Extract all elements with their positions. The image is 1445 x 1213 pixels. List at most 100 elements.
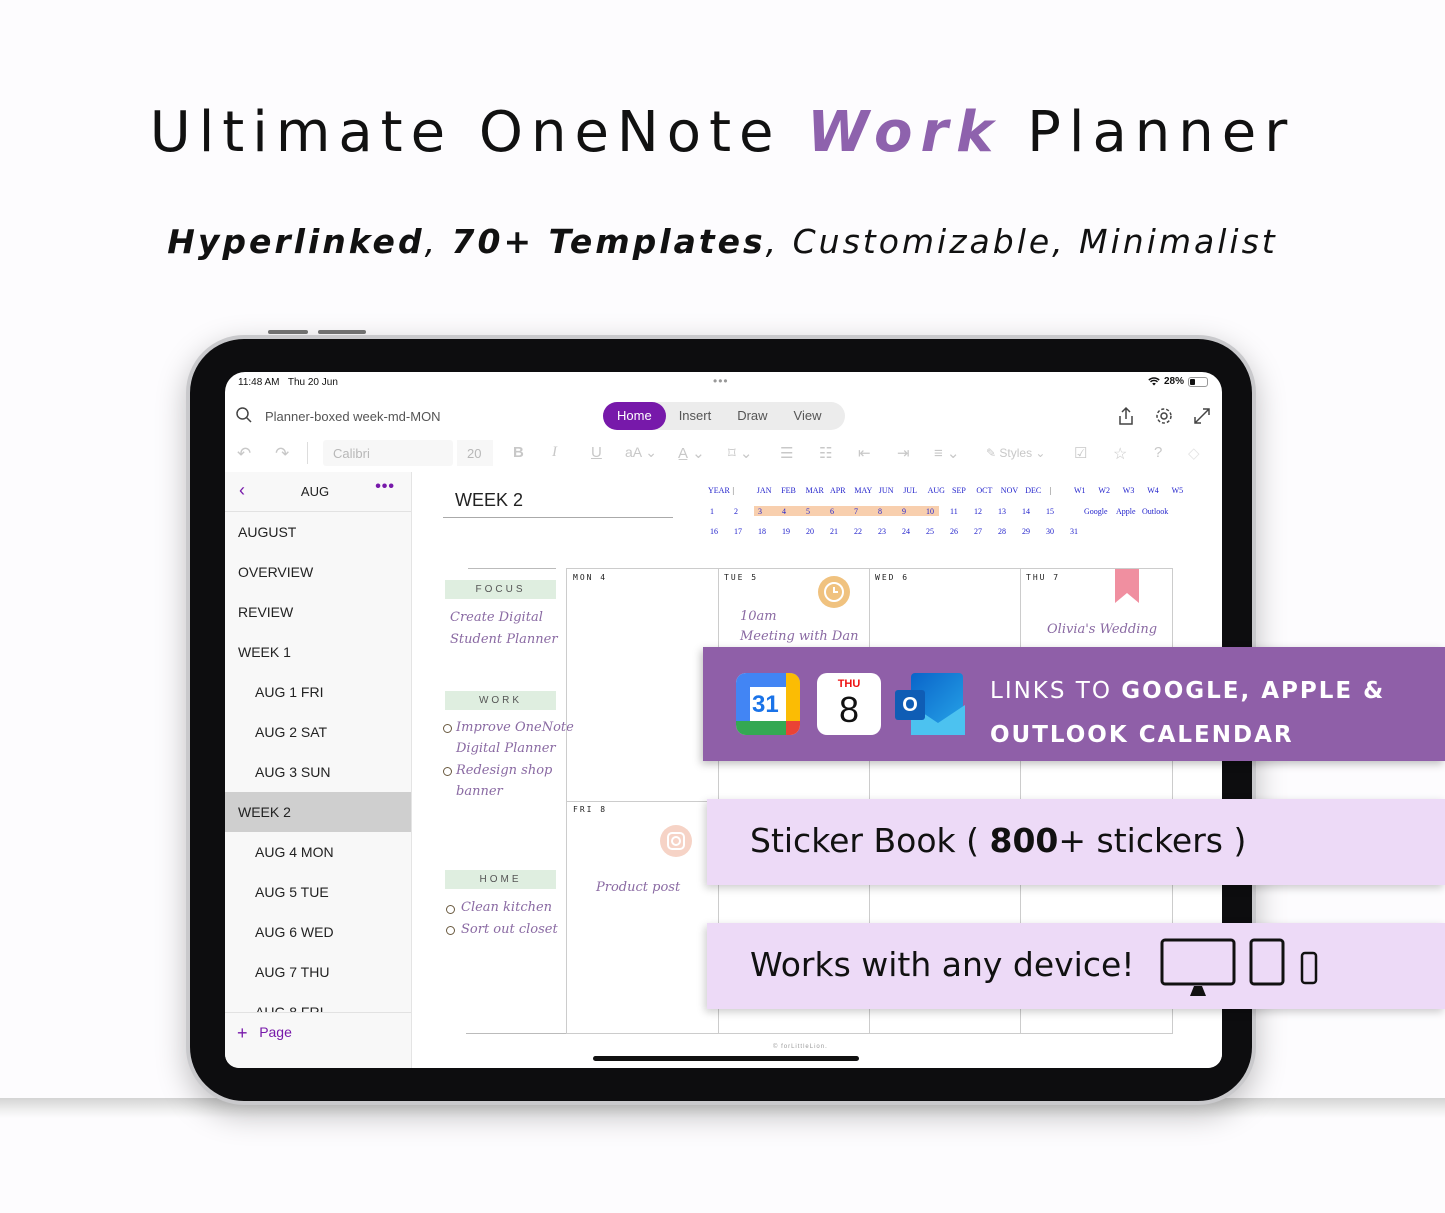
nav-link[interactable]: JUL [903,486,917,495]
day-note[interactable]: Product post [596,880,680,895]
page-name[interactable]: Planner-boxed week-md-MON [265,409,441,424]
todo-circle-icon[interactable] [446,905,455,914]
undo-icon[interactable]: ↶ [237,444,251,464]
text-size-button[interactable]: aA ⌄ [625,444,657,461]
day-note[interactable]: Olivia's Wedding [1047,622,1157,637]
bullet-list-icon[interactable]: ☰ [780,444,793,462]
expand-icon[interactable] [1191,405,1213,427]
nav-link[interactable]: 1 [710,507,714,516]
search-icon[interactable] [235,406,253,424]
numbered-list-icon[interactable]: ☷ [819,444,832,462]
nav-link[interactable]: 12 [974,507,982,516]
checkbox-icon[interactable]: ☑ [1074,444,1087,462]
sidebar-item-august[interactable]: AUGUST [225,512,411,552]
nav-link[interactable]: 29 [1022,527,1030,536]
todo-circle-icon[interactable] [443,767,452,776]
align-icon[interactable]: ≡ ⌄ [934,444,960,462]
nav-link[interactable]: 13 [998,507,1006,516]
sidebar-item-aug-8-fri[interactable]: AUG 8 FRI [225,992,411,1012]
nav-link[interactable]: 30 [1046,527,1054,536]
nav-link[interactable]: 6 [830,507,834,516]
question-icon[interactable]: ? [1154,444,1162,461]
nav-link[interactable]: 25 [926,527,934,536]
day-note[interactable]: Meeting with Dan [740,629,858,644]
todo-circle-icon[interactable] [443,724,452,733]
font-size-field[interactable]: 20 [457,440,493,466]
tag-icon[interactable]: ◇ [1188,444,1200,462]
sidebar-item-aug-3-sun[interactable]: AUG 3 SUN [225,752,411,792]
nav-link[interactable]: 10 [926,507,934,516]
nav-link[interactable]: JAN [757,486,772,495]
nav-link[interactable]: 16 [710,527,718,536]
nav-link[interactable]: 2 [734,507,738,516]
nav-link[interactable]: 18 [758,527,766,536]
nav-link[interactable]: 7 [854,507,858,516]
nav-link[interactable]: MAR [806,486,824,495]
add-page-button[interactable]: + Page [225,1012,411,1052]
nav-link[interactable]: 22 [854,527,862,536]
focus-text[interactable]: Student Planner [450,632,558,647]
tab-home[interactable]: Home [603,402,666,430]
nav-link[interactable]: 5 [806,507,810,516]
font-name-field[interactable]: Calibri [323,440,453,466]
nav-link[interactable]: 4 [782,507,786,516]
nav-link[interactable]: 14 [1022,507,1030,516]
nav-link[interactable]: 20 [806,527,814,536]
redo-icon[interactable]: ↷ [275,444,289,464]
nav-link[interactable]: DEC [1025,486,1041,495]
work-todo[interactable]: Redesign shop [456,763,552,778]
focus-text[interactable]: Create Digital [450,610,543,625]
sidebar-item-review[interactable]: REVIEW [225,592,411,632]
nav-link[interactable]: W3 [1123,486,1135,495]
sidebar-item-aug-5-tue[interactable]: AUG 5 TUE [225,872,411,912]
work-todo[interactable]: Improve OneNote [456,720,574,735]
work-todo[interactable]: banner [456,784,503,799]
home-indicator[interactable] [593,1056,859,1061]
nav-link[interactable]: SEP [952,486,966,495]
indent-icon[interactable]: ⇥ [897,444,910,462]
nav-link[interactable]: 28 [998,527,1006,536]
sidebar-item-aug-2-sat[interactable]: AUG 2 SAT [225,712,411,752]
nav-link[interactable]: JUN [879,486,894,495]
multitask-dots[interactable]: ••• [713,374,729,388]
nav-link[interactable]: OCT [976,486,992,495]
nav-link[interactable]: MAY [854,486,872,495]
nav-link[interactable]: 23 [878,527,886,536]
nav-link[interactable]: 27 [974,527,982,536]
nav-link[interactable]: YEAR [708,486,730,495]
sidebar-item-overview[interactable]: OVERVIEW [225,552,411,592]
nav-link[interactable]: NOV [1001,486,1018,495]
nav-link[interactable]: W5 [1172,486,1184,495]
home-todo[interactable]: Sort out closet [461,922,558,937]
nav-link[interactable]: 9 [902,507,906,516]
highlight-icon[interactable]: ⌑ ⌄ [728,444,752,462]
nav-link[interactable]: 15 [1046,507,1054,516]
nav-link[interactable]: AUG [928,486,945,495]
sidebar-item-aug-6-wed[interactable]: AUG 6 WED [225,912,411,952]
tab-draw[interactable]: Draw [724,402,780,430]
day-note[interactable]: 10am [740,609,777,624]
tab-insert[interactable]: Insert [666,402,725,430]
tab-view[interactable]: View [781,402,835,430]
nav-link[interactable]: 17 [734,527,742,536]
italic-button[interactable]: I [552,444,557,461]
nav-link[interactable]: W2 [1098,486,1110,495]
sidebar-item-week-1[interactable]: WEEK 1 [225,632,411,672]
home-todo[interactable]: Clean kitchen [461,900,552,915]
calendar-link-outlook[interactable]: Outlook [1142,507,1168,516]
bold-button[interactable]: B [513,444,524,461]
nav-link[interactable]: 31 [1070,527,1078,536]
nav-link[interactable]: 11 [950,507,958,516]
sidebar-item-aug-4-mon[interactable]: AUG 4 MON [225,832,411,872]
nav-link[interactable]: W4 [1147,486,1159,495]
gear-icon[interactable] [1153,405,1175,427]
todo-circle-icon[interactable] [446,926,455,935]
nav-link[interactable]: 24 [902,527,910,536]
nav-link[interactable]: APR [830,486,846,495]
nav-link[interactable]: 8 [878,507,882,516]
underline-button[interactable]: U [591,444,602,461]
work-todo[interactable]: Digital Planner [456,741,556,756]
share-icon[interactable] [1115,405,1137,427]
star-icon[interactable]: ☆ [1113,444,1127,464]
sidebar-item-aug-7-thu[interactable]: AUG 7 THU [225,952,411,992]
